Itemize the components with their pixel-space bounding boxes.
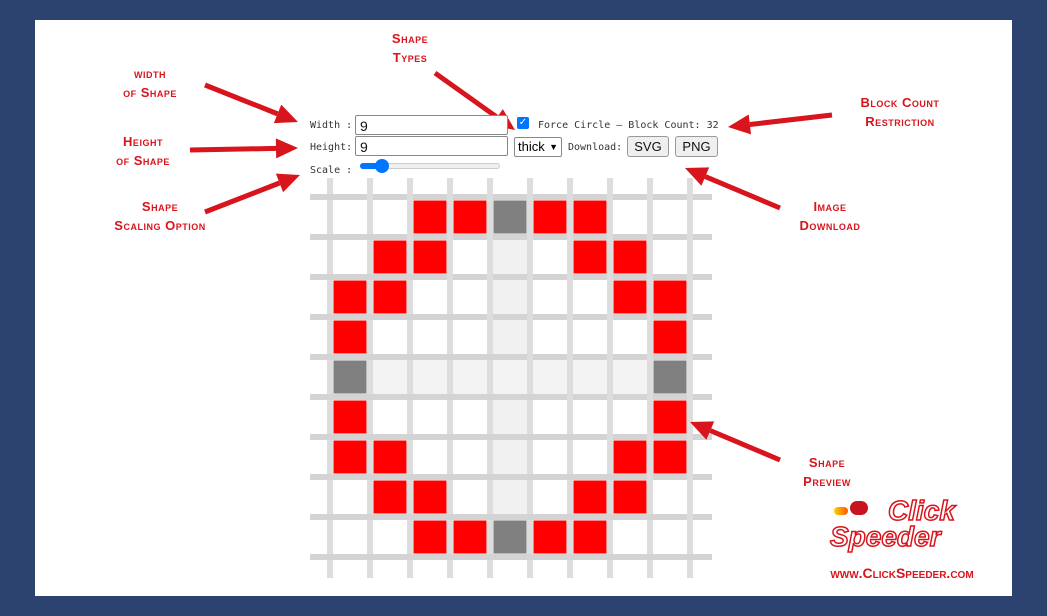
filled-block — [413, 240, 447, 274]
chevron-down-icon: ▼ — [549, 142, 558, 152]
clickspeeder-logo: Click Speeder — [829, 494, 990, 557]
arrow-head-icon — [275, 138, 298, 159]
annotation-line: Shape — [808, 455, 846, 470]
annotation-width: width of Shape — [100, 64, 200, 102]
filled-block — [573, 480, 607, 514]
filled-block — [613, 480, 647, 514]
annotation-arrow-shaft — [189, 145, 277, 153]
filled-block — [573, 240, 607, 274]
annotation-height: Height of Shape — [93, 132, 193, 170]
filled-block — [653, 280, 687, 314]
annotation-preview: Shape Preview — [777, 453, 877, 491]
filled-block — [373, 240, 407, 274]
annotation-line: Types — [392, 50, 428, 65]
filled-block — [653, 400, 687, 434]
annotation-block-count: Block Count Restriction — [840, 93, 960, 131]
grid-line-vertical — [687, 178, 693, 578]
annotation-arrow-shaft — [749, 112, 833, 127]
png-download-button[interactable]: PNG — [675, 136, 718, 157]
shape-type-value: thick — [518, 139, 545, 154]
filled-block — [373, 480, 407, 514]
website-url: www.ClickSpeeder.com — [830, 565, 974, 581]
filled-block — [533, 200, 567, 234]
annotation-scale: Shape Scaling Option — [95, 197, 225, 235]
slider-thumb[interactable] — [375, 159, 390, 173]
annotation-line: Download — [799, 218, 861, 233]
center-block — [653, 360, 687, 394]
annotation-arrow-shaft — [704, 174, 781, 211]
annotation-line: Block Count — [860, 95, 940, 110]
annotation-line: Image — [813, 199, 847, 214]
annotation-line: width — [134, 66, 166, 81]
annotation-types: Shape Types — [370, 29, 450, 67]
annotation-line: of Shape — [123, 85, 177, 100]
filled-block — [573, 200, 607, 234]
filled-block — [653, 440, 687, 474]
logo-line2: Speeder — [829, 520, 941, 553]
center-block — [493, 200, 527, 234]
annotation-line: Scaling Option — [114, 218, 206, 233]
filled-block — [613, 240, 647, 274]
grid-line-horizontal — [310, 514, 712, 520]
filled-block — [333, 440, 367, 474]
flame-icon — [834, 507, 848, 515]
annotation-line: Restriction — [865, 114, 935, 129]
filled-block — [413, 520, 447, 554]
force-circle-label: Force Circle — Block Count: 32 — [538, 120, 719, 131]
filled-block — [653, 320, 687, 354]
width-label: Width : — [310, 120, 353, 131]
scale-label: Scale : — [310, 165, 353, 176]
mouse-icon — [850, 501, 868, 515]
grid-line-horizontal — [310, 554, 712, 560]
force-circle-checkbox[interactable]: ✓ — [517, 117, 529, 129]
shape-type-select[interactable]: thick ▼ — [514, 137, 562, 157]
filled-block — [573, 520, 607, 554]
width-input[interactable]: 9 — [355, 115, 508, 135]
download-label: Download: — [568, 142, 623, 153]
filled-block — [533, 520, 567, 554]
filled-block — [613, 440, 647, 474]
svg-download-button[interactable]: SVG — [627, 136, 669, 157]
center-block — [493, 520, 527, 554]
filled-block — [333, 400, 367, 434]
annotation-line: Height — [123, 134, 163, 149]
filled-block — [413, 200, 447, 234]
filled-block — [333, 280, 367, 314]
scale-slider[interactable] — [360, 159, 501, 173]
filled-block — [453, 520, 487, 554]
annotation-line: Shape — [141, 199, 179, 214]
filled-block — [373, 280, 407, 314]
annotation-arrow-shaft — [709, 428, 781, 463]
filled-block — [453, 200, 487, 234]
arrow-head-icon — [728, 114, 752, 135]
filled-block — [413, 480, 447, 514]
filled-block — [373, 440, 407, 474]
filled-block — [333, 320, 367, 354]
annotation-line: of Shape — [116, 153, 170, 168]
filled-block — [613, 280, 647, 314]
annotation-arrow-shaft — [204, 82, 279, 117]
annotation-line: Preview — [803, 474, 851, 489]
height-input[interactable]: 9 — [355, 136, 508, 156]
height-label: Height: — [310, 142, 353, 153]
center-block — [333, 360, 367, 394]
annotation-line: Shape — [391, 31, 429, 46]
annotation-download: Image Download — [780, 197, 880, 235]
annotation-arrow-shaft — [433, 70, 499, 120]
center-row-highlight — [330, 357, 690, 397]
